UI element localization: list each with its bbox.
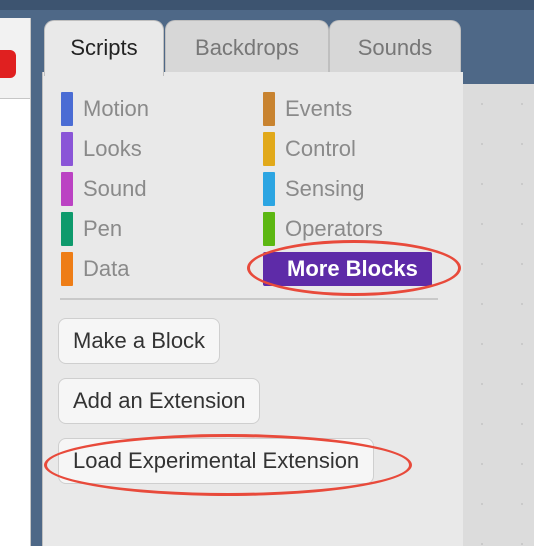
category-label: Sound [83, 176, 147, 201]
control-color-swatch [263, 132, 275, 166]
make-block-button[interactable]: Make a Block [58, 318, 221, 364]
motion-color-swatch [61, 92, 73, 126]
category-label: Events [285, 96, 353, 121]
category-sensing[interactable]: Sensing [263, 172, 365, 206]
category-label: Sensing [285, 176, 365, 201]
button-label: Add an Extension [73, 388, 246, 413]
tab-scripts[interactable]: Scripts [44, 20, 164, 76]
button-label: Make a Block [73, 328, 206, 353]
category-label: More Blocks [287, 256, 418, 281]
sound-color-swatch [61, 172, 73, 206]
category-sound[interactable]: Sound [61, 172, 147, 206]
category-data[interactable]: Data [61, 252, 129, 286]
pen-color-swatch [61, 212, 73, 246]
category-operators[interactable]: Operators [263, 212, 383, 246]
tab-label: Backdrops [195, 35, 299, 60]
tab-label: Sounds [357, 35, 433, 60]
category-label: Control [285, 136, 356, 161]
tab-backdrops[interactable]: Backdrops [165, 20, 329, 74]
category-label: Operators [285, 216, 383, 241]
palette-divider [60, 298, 438, 300]
data-color-swatch [61, 252, 73, 286]
looks-color-swatch [61, 132, 73, 166]
operators-color-swatch [263, 212, 275, 246]
category-more-blocks[interactable]: More Blocks [263, 252, 432, 286]
add-extension-button[interactable]: Add an Extension [58, 378, 261, 424]
category-looks[interactable]: Looks [61, 132, 142, 166]
category-control[interactable]: Control [263, 132, 356, 166]
category-pen[interactable]: Pen [61, 212, 122, 246]
category-events[interactable]: Events [263, 92, 352, 126]
script-area[interactable] [462, 84, 534, 546]
stage-header [0, 18, 30, 99]
tab-label: Scripts [70, 35, 138, 60]
category-label: Pen [83, 216, 123, 241]
load-experimental-extension-button[interactable]: Load Experimental Extension [58, 438, 375, 484]
tab-sounds[interactable]: Sounds [329, 20, 461, 74]
events-color-swatch [263, 92, 275, 126]
stop-icon[interactable] [0, 50, 16, 78]
category-motion[interactable]: Motion [61, 92, 149, 126]
category-label: Looks [83, 136, 142, 161]
category-label: Motion [83, 96, 150, 121]
top-bar [0, 0, 534, 10]
category-label: Data [83, 256, 130, 281]
sensing-color-swatch [263, 172, 275, 206]
block-palette: Motion Looks Sound Pen Data Events Contr… [42, 72, 463, 546]
button-label: Load Experimental Extension [73, 448, 360, 473]
